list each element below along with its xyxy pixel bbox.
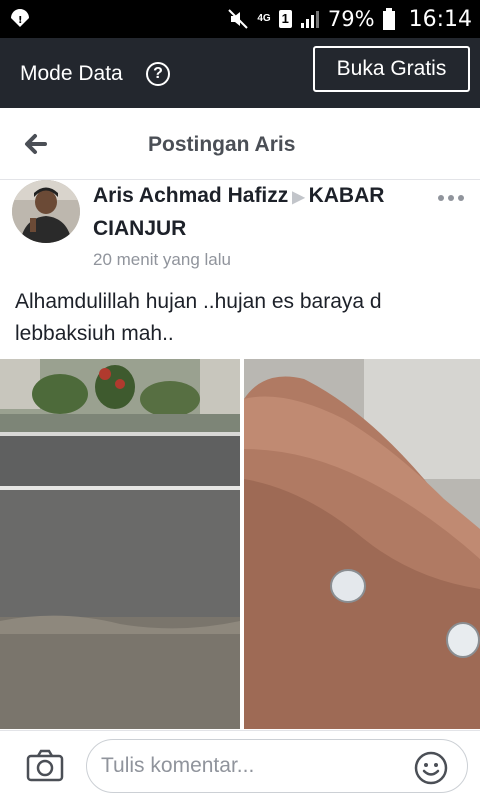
- post-text: Alhamdulillah hujan ..hujan es baraya d …: [15, 290, 382, 345]
- page-header: Postingan Aris: [0, 108, 480, 180]
- page-title: Postingan Aris: [148, 133, 296, 156]
- data-mode-label: Mode Data: [20, 62, 123, 85]
- post-timestamp[interactable]: 20 menit yang lalu: [93, 250, 231, 270]
- post-photo-street[interactable]: [0, 359, 240, 729]
- emoji-icon[interactable]: [414, 751, 448, 785]
- open-free-button[interactable]: Buka Gratis: [313, 46, 470, 92]
- mute-icon: [228, 9, 249, 29]
- more-options-icon[interactable]: [436, 193, 466, 203]
- clock: 16:14: [408, 6, 472, 32]
- status-bar: ! 4G 1 79% 16:14: [0, 0, 480, 38]
- avatar[interactable]: [12, 180, 80, 243]
- camera-icon[interactable]: [26, 749, 64, 783]
- post-author-line: Aris Achmad Hafizz ▶ KABAR CIANJUR: [93, 180, 433, 244]
- comment-bar: [0, 730, 480, 800]
- svg-text:!: !: [18, 15, 23, 26]
- back-arrow-icon[interactable]: [18, 126, 54, 162]
- post-photo-hail[interactable]: [244, 359, 480, 729]
- battery-percent: 79%: [327, 7, 375, 31]
- data-mode-bar: Mode Data ? Buka Gratis: [0, 38, 480, 108]
- battery-icon: [382, 8, 395, 30]
- help-icon[interactable]: ?: [146, 62, 170, 86]
- network-type-label: 4G: [257, 13, 271, 24]
- comment-input[interactable]: [86, 739, 468, 793]
- signal-strength-icon: [300, 11, 319, 28]
- signal-info-icon: !: [11, 9, 29, 27]
- author-name[interactable]: Aris Achmad Hafizz: [93, 184, 288, 207]
- share-arrow-icon: ▶: [292, 189, 305, 206]
- sim-badge: 1: [278, 10, 292, 28]
